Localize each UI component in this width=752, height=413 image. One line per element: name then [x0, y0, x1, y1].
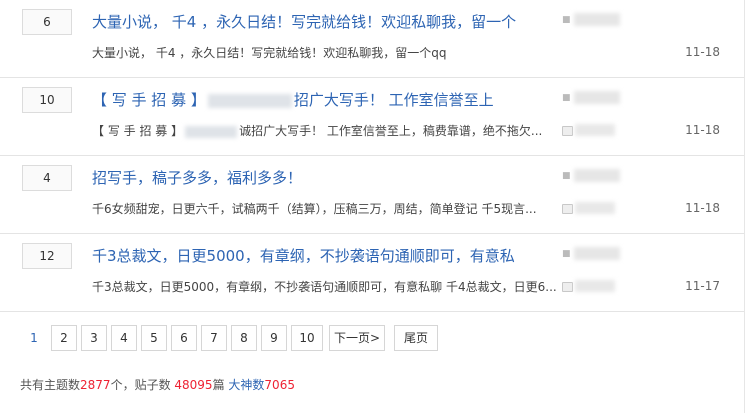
page-1-current[interactable]: 1 — [20, 325, 48, 351]
forum-thread-list: 6 大量小说， 千4 ，永久日结！写完就给钱！欢迎私聊我，留一个 大量小说， 千… — [0, 0, 752, 413]
thread-excerpt: 【 写 手 招 募 】 诚招广大写手！ 工作室信誉至上，稿费靠谱，绝不拖欠... — [92, 122, 542, 139]
reply-author-redacted — [575, 280, 615, 292]
page-7-link[interactable]: 7 — [201, 325, 227, 351]
forum-stats: 共有主题数2877个，贴子数 48095篇 大神数7065 — [20, 376, 295, 393]
thread-excerpt: 千3总裁文，日更5000，有章纲，不抄袭语句通顺即可，有意私聊 千4总裁文，日更… — [92, 278, 557, 295]
author-name-redacted — [574, 169, 620, 182]
reply-count: 12 — [22, 243, 72, 269]
thread-title-text: 大量小说， 千4 ，永久日结！写完就给钱！欢迎私聊我，留一个 — [92, 13, 517, 31]
author-name-redacted — [574, 13, 620, 26]
excerpt-text: 千3总裁文，日更5000，有章纲，不抄袭语句通顺即可，有意私聊 千4总裁文，日更… — [92, 280, 557, 294]
thread-title-text: 千3总裁文，日更5000，有章纲，不抄袭语句通顺即可，有意私 — [92, 247, 515, 265]
thread-author[interactable]: ■ — [562, 13, 622, 27]
thread-author[interactable]: ■ — [562, 169, 622, 183]
gods-count: 7065 — [264, 378, 295, 392]
page-5-link[interactable]: 5 — [141, 325, 167, 351]
last-reply-date: 11-17 — [685, 279, 720, 293]
author-name-redacted — [574, 247, 620, 260]
last-reply-author[interactable] — [562, 201, 622, 215]
thread-title-link[interactable]: 千3总裁文，日更5000，有章纲，不抄袭语句通顺即可，有意私 — [92, 245, 515, 266]
topics-count: 2877 — [80, 378, 111, 392]
page-9-link[interactable]: 9 — [261, 325, 287, 351]
user-icon: ■ — [562, 249, 571, 259]
redacted-text — [207, 93, 292, 108]
comment-icon — [562, 126, 573, 136]
topics-unit: 个，贴子数 — [110, 378, 175, 392]
reply-count: 6 — [22, 9, 72, 35]
reply-author-redacted — [575, 202, 615, 214]
redacted-text — [185, 125, 238, 138]
user-icon: ■ — [562, 171, 571, 181]
excerpt-text: 千6女频甜宠，日更六千，试稿两千（结算），压稿三万，周结，简单登记 千5现言..… — [92, 202, 537, 216]
user-icon: ■ — [562, 93, 571, 103]
reply-author-redacted — [575, 124, 615, 136]
reply-count: 10 — [22, 87, 72, 113]
page-8-link[interactable]: 8 — [231, 325, 257, 351]
page-4-link[interactable]: 4 — [111, 325, 137, 351]
excerpt-text: 【 写 手 招 募 】 — [92, 124, 184, 138]
thread-title-text: 招写手，稿子多多，福利多多！ — [92, 169, 303, 187]
thread-row: 10 【 写 手 招 募 】 招广大写手！ 工作室信誉至上 【 写 手 招 募 】… — [0, 78, 744, 156]
reply-count: 4 — [22, 165, 72, 191]
next-page-button[interactable]: 下一页> — [329, 325, 385, 351]
thread-title-link[interactable]: 招写手，稿子多多，福利多多！ — [92, 167, 302, 188]
thread-title-link[interactable]: 大量小说， 千4 ，永久日结！写完就给钱！欢迎私聊我，留一个 — [92, 11, 516, 32]
page-3-link[interactable]: 3 — [81, 325, 107, 351]
thread-excerpt: 大量小说， 千4 ，永久日结！写完就给钱！欢迎私聊我，留一个qq — [92, 44, 447, 61]
thread-excerpt: 千6女频甜宠，日更六千，试稿两千（结算），压稿三万，周结，简单登记 千5现言..… — [92, 200, 537, 217]
thread-row: 4 招写手，稿子多多，福利多多！ 千6女频甜宠，日更六千，试稿两千（结算），压稿… — [0, 156, 744, 234]
excerpt-text-2: 诚招广大写手！ 工作室信誉至上，稿费靠谱，绝不拖欠... — [239, 124, 543, 138]
posts-unit: 篇 — [212, 378, 229, 392]
thread-title-link[interactable]: 【 写 手 招 募 】 招广大写手！ 工作室信誉至上 — [92, 89, 494, 110]
last-reply-author[interactable] — [562, 123, 622, 137]
thread-title-text: 【 写 手 招 募 】 — [92, 91, 206, 109]
topics-label: 共有主题数 — [20, 378, 81, 392]
last-page-button[interactable]: 尾页 — [394, 325, 438, 351]
last-reply-date: 11-18 — [685, 45, 720, 59]
thread-author[interactable]: ■ — [562, 247, 622, 261]
user-icon: ■ — [562, 15, 571, 25]
thread-title-text-2: 招广大写手！ 工作室信誉至上 — [293, 91, 494, 109]
author-name-redacted — [574, 91, 620, 104]
page-2-link[interactable]: 2 — [51, 325, 77, 351]
comment-icon — [562, 282, 573, 292]
thread-author[interactable]: ■ — [562, 91, 622, 105]
excerpt-text: 大量小说， 千4 ，永久日结！写完就给钱！欢迎私聊我，留一个qq — [92, 46, 447, 60]
thread-row: 12 千3总裁文，日更5000，有章纲，不抄袭语句通顺即可，有意私 千3总裁文，… — [0, 234, 744, 312]
posts-count: 48095 — [174, 378, 213, 392]
gods-label[interactable]: 大神数 — [228, 378, 264, 392]
last-reply-date: 11-18 — [685, 123, 720, 137]
right-border — [744, 0, 745, 413]
last-reply-date: 11-18 — [685, 201, 720, 215]
page-6-link[interactable]: 6 — [171, 325, 197, 351]
page-10-link[interactable]: 10 — [291, 325, 323, 351]
last-reply-author[interactable] — [562, 279, 622, 293]
comment-icon — [562, 204, 573, 214]
thread-row: 6 大量小说， 千4 ，永久日结！写完就给钱！欢迎私聊我，留一个 大量小说， 千… — [0, 0, 744, 78]
